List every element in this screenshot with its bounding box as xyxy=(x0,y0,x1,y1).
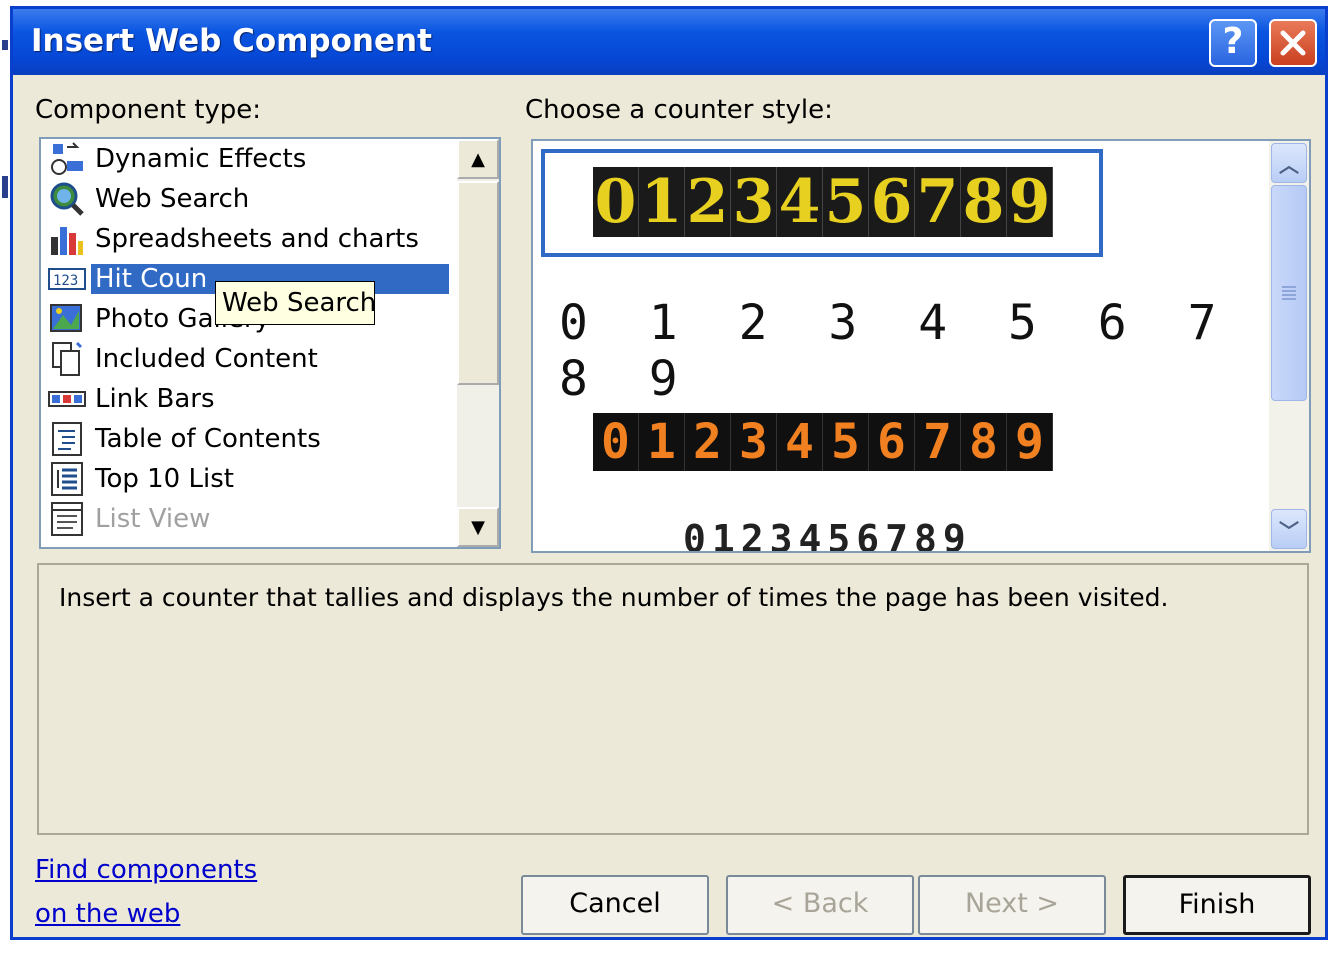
link-bars-icon xyxy=(47,380,87,418)
scroll-thumb[interactable] xyxy=(1271,185,1307,401)
scroll-down-button[interactable]: ﹀ xyxy=(1271,509,1307,549)
counter-style-gold[interactable]: 0123456789 xyxy=(593,167,1053,237)
list-item-label: Table of Contents xyxy=(95,424,321,454)
counter-digit: 3 xyxy=(731,413,777,471)
counter-digit: 8 xyxy=(961,167,1007,237)
description-panel: Insert a counter that tallies and displa… xyxy=(37,563,1309,835)
counter-digit: 7 xyxy=(915,167,961,237)
counter-digit: 9 xyxy=(1007,413,1053,471)
counter-digit: 6 xyxy=(869,167,915,237)
back-button[interactable]: < Back xyxy=(726,875,914,935)
hit-counter-icon: 123 xyxy=(47,260,87,298)
list-item-label: Link Bars xyxy=(95,384,215,414)
component-type-label: Component type: xyxy=(35,95,262,125)
list-item-web-search[interactable]: Web Search xyxy=(47,179,253,219)
title-bar[interactable]: Insert Web Component ? xyxy=(13,9,1325,75)
list-item-link-bars[interactable]: Link Bars xyxy=(47,379,219,419)
counter-digit: 1 xyxy=(639,167,685,237)
counter-digit: 5 xyxy=(823,167,869,237)
background-edge xyxy=(0,0,10,953)
list-item-label: Top 10 List xyxy=(95,464,234,494)
arrow-up-icon: ▲ xyxy=(471,148,485,170)
counter-digit: 9 xyxy=(1007,167,1053,237)
counter-style-handwritten[interactable]: 0 1 2 3 4 5 6 7 8 9 xyxy=(559,295,1309,407)
counter-digit: 6 xyxy=(869,413,915,471)
arrow-down-icon: ▼ xyxy=(471,516,485,538)
counter-digit: 0 xyxy=(593,413,639,471)
list-item-included-content[interactable]: Included Content xyxy=(47,339,322,379)
counter-style-list[interactable]: 0123456789 0 1 2 3 4 5 6 7 8 9 012345678… xyxy=(531,139,1311,553)
list-item-label: Web Search xyxy=(95,184,250,214)
list-item-label: Dynamic Effects xyxy=(95,144,307,174)
help-button[interactable]: ? xyxy=(1209,19,1257,67)
scroll-up-button[interactable]: ︿ xyxy=(1271,143,1307,183)
component-list-scrollbar[interactable]: ▲ ▼ xyxy=(457,139,499,547)
counter-style-scrollbar[interactable]: ︿ ﹀ xyxy=(1269,141,1309,551)
list-item-table-of-contents[interactable]: Table of Contents xyxy=(47,419,325,459)
counter-digit: 1 xyxy=(639,413,685,471)
counter-digit: 0 xyxy=(593,167,639,237)
counter-digit: 4 xyxy=(777,413,823,471)
background-fragment xyxy=(2,40,8,50)
list-item-top-10-list[interactable]: Top 10 List xyxy=(47,459,238,499)
description-text: Insert a counter that tallies and displa… xyxy=(59,583,1169,612)
spreadsheet-chart-icon xyxy=(47,220,87,258)
insert-web-component-dialog: Insert Web Component ? Component type: C… xyxy=(10,6,1328,940)
chevron-up-icon: ︿ xyxy=(1279,152,1299,177)
list-item-list-view[interactable]: List View xyxy=(47,499,214,539)
dynamic-effects-icon xyxy=(47,140,87,178)
list-item-dynamic-effects[interactable]: Dynamic Effects xyxy=(47,139,310,179)
tooltip: Web Search xyxy=(215,281,376,325)
list-item-label: List View xyxy=(95,504,211,534)
counter-digit: 5 xyxy=(823,413,869,471)
counter-style-condensed[interactable]: 0123456789 xyxy=(683,517,972,551)
close-button[interactable] xyxy=(1269,19,1317,67)
top-10-list-icon xyxy=(47,460,87,498)
included-content-icon xyxy=(47,340,87,378)
counter-digit: 8 xyxy=(961,413,1007,471)
scroll-down-button[interactable]: ▼ xyxy=(457,507,499,547)
background-fragment xyxy=(2,176,8,198)
next-button[interactable]: Next > xyxy=(918,875,1106,935)
counter-digit: 2 xyxy=(685,167,731,237)
counter-digit: 2 xyxy=(685,413,731,471)
chevron-down-icon: ﹀ xyxy=(1279,518,1299,543)
find-components-link-line2[interactable]: on the web xyxy=(35,899,180,929)
web-search-icon xyxy=(47,180,87,218)
svg-text:123: 123 xyxy=(53,273,78,289)
scroll-thumb[interactable] xyxy=(457,181,499,385)
list-item-spreadsheets-and-charts[interactable]: Spreadsheets and charts xyxy=(47,219,423,259)
list-item-label: Spreadsheets and charts xyxy=(95,224,419,254)
scroll-up-button[interactable]: ▲ xyxy=(457,139,499,179)
close-icon xyxy=(1280,30,1306,56)
photo-gallery-icon xyxy=(47,300,87,338)
list-item-label: Included Content xyxy=(95,344,318,374)
component-type-list[interactable]: Dynamic Effects Web Search Spreadsheets … xyxy=(39,137,501,549)
counter-digit: 4 xyxy=(777,167,823,237)
counter-style-label: Choose a counter style: xyxy=(525,95,833,125)
cancel-button[interactable]: Cancel xyxy=(521,875,709,935)
background-strip xyxy=(0,940,820,953)
list-view-icon xyxy=(47,500,87,538)
counter-style-orange[interactable]: 0123456789 xyxy=(593,413,1053,471)
counter-digit: 7 xyxy=(915,413,961,471)
table-of-contents-icon xyxy=(47,420,87,458)
counter-digit: 3 xyxy=(731,167,777,237)
grip-icon xyxy=(1282,286,1296,300)
finish-button[interactable]: Finish xyxy=(1123,875,1311,935)
dialog-title: Insert Web Component xyxy=(31,23,432,59)
find-components-link[interactable]: Find components xyxy=(35,855,257,885)
